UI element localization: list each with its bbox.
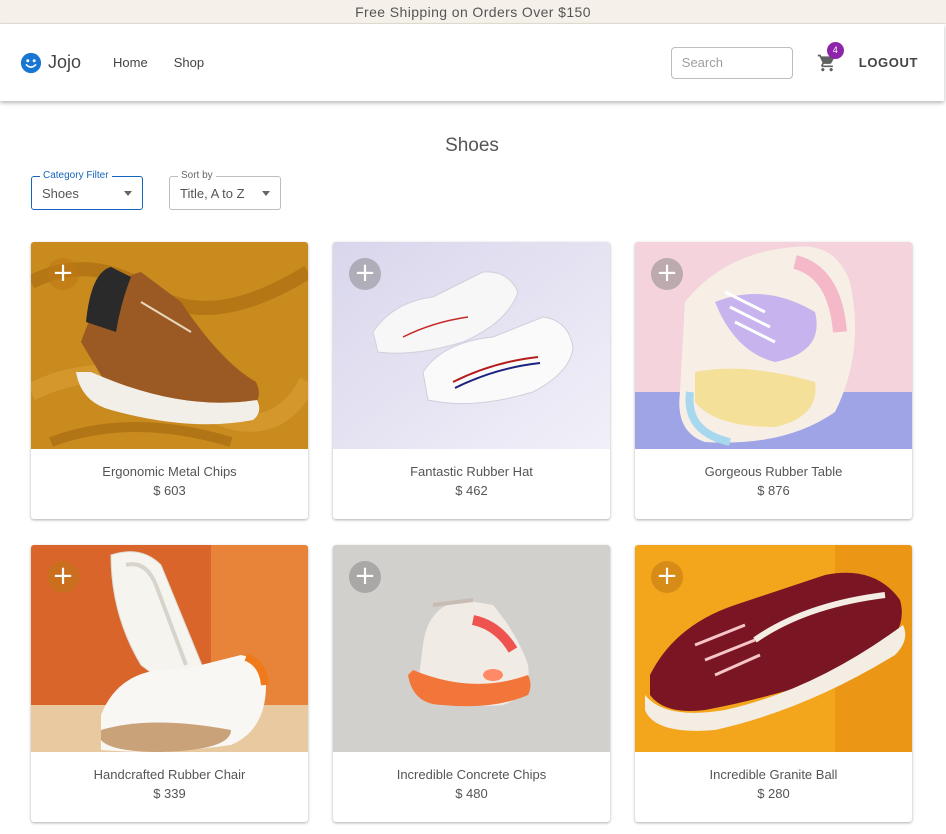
shipping-banner: Free Shipping on Orders Over $150 — [0, 0, 946, 24]
add-to-cart-button[interactable]: + — [47, 258, 79, 290]
product-name: Incredible Granite Ball — [709, 767, 838, 782]
add-to-cart-button[interactable]: + — [651, 561, 683, 593]
category-filter-label: Category Filter — [40, 170, 112, 181]
shipping-banner-text: Free Shipping on Orders Over $150 — [355, 3, 591, 20]
sort-by-label: Sort by — [178, 170, 216, 181]
product-card[interactable]: + Incredible Concrete Chips $ 480 — [333, 545, 610, 822]
product-name: Incredible Concrete Chips — [396, 767, 547, 782]
product-card[interactable]: + Ergonomic Metal Chips $ 603 — [31, 242, 308, 519]
category-filter-value: Shoes — [42, 186, 79, 201]
brand-name: Jojo — [48, 52, 82, 72]
product-card[interactable]: + Incredible Granite Ball $ 280 — [635, 545, 912, 822]
product-name: Fantastic Rubber Hat — [410, 464, 533, 479]
product-price: $ 480 — [455, 786, 488, 801]
brand-logo[interactable]: Jojo — [20, 52, 81, 74]
product-price: $ 339 — [153, 786, 186, 801]
product-name: Ergonomic Metal Chips — [102, 464, 237, 479]
cart-count-badge: 4 — [826, 41, 844, 59]
product-card[interactable]: + Gorgeous Rubber Table $ 876 — [635, 242, 912, 519]
product-card[interactable]: + Handcrafted Rubber Chair $ 339 — [31, 545, 308, 822]
plus-icon: + — [354, 258, 376, 288]
app-bar: Jojo Home Shop 4 LOGOUT — [0, 24, 944, 101]
nav-shop-link[interactable]: Shop — [174, 55, 204, 70]
sort-by-value: Title, A to Z — [180, 186, 245, 201]
smiley-icon — [20, 52, 42, 73]
add-to-cart-button[interactable]: + — [349, 258, 381, 290]
dropdown-arrow-icon — [262, 191, 270, 196]
plus-icon: + — [656, 258, 678, 288]
product-name: Gorgeous Rubber Table — [704, 464, 843, 479]
plus-icon: + — [354, 561, 376, 591]
product-price: $ 280 — [757, 786, 790, 801]
product-price: $ 462 — [455, 483, 488, 498]
logout-button[interactable]: LOGOUT — [859, 55, 918, 70]
search-input[interactable] — [670, 46, 793, 79]
add-to-cart-button[interactable]: + — [47, 561, 79, 593]
category-filter-select[interactable]: Category Filter Shoes — [31, 170, 143, 210]
cart-button[interactable]: 4 — [817, 41, 844, 73]
add-to-cart-button[interactable]: + — [349, 561, 381, 593]
page-title: Shoes — [445, 135, 499, 156]
product-price: $ 876 — [757, 483, 790, 498]
product-card[interactable]: + Fantastic Rubber Hat $ 462 — [333, 242, 610, 519]
main-nav: Home Shop — [113, 55, 230, 70]
plus-icon: + — [52, 561, 74, 591]
sort-by-select[interactable]: Sort by Title, A to Z — [169, 170, 281, 210]
dropdown-arrow-icon — [124, 191, 132, 196]
add-to-cart-button[interactable]: + — [651, 258, 683, 290]
plus-icon: + — [656, 561, 678, 591]
product-price: $ 603 — [153, 483, 186, 498]
product-name: Handcrafted Rubber Chair — [93, 767, 246, 782]
nav-home-link[interactable]: Home — [113, 55, 148, 70]
plus-icon: + — [52, 258, 74, 288]
